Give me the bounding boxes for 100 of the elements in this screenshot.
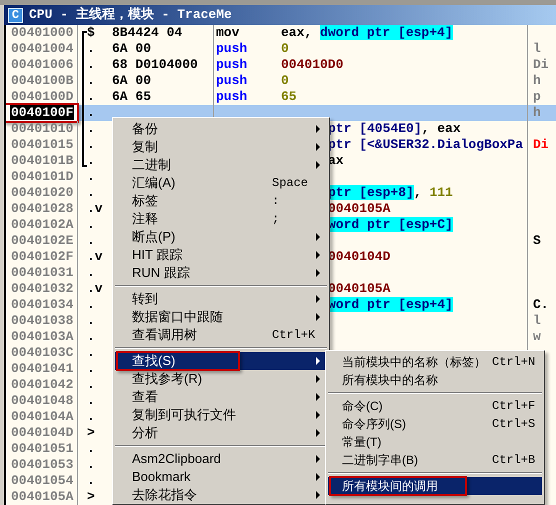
line-mark: . bbox=[87, 121, 95, 136]
line-mark: .v bbox=[87, 201, 103, 216]
mnemonic-text: push bbox=[216, 73, 248, 89]
line-mark: . bbox=[87, 377, 95, 392]
menu-item[interactable]: 数据窗口中跟随 bbox=[115, 308, 327, 326]
code-row[interactable]: 00401006 . 68 D0104000 push 004010D0 Di bbox=[6, 57, 556, 73]
comment-text: h bbox=[533, 73, 541, 88]
operand-text: eax, dword ptr [esp+4] bbox=[281, 25, 453, 41]
line-mark: . bbox=[87, 409, 95, 424]
menu-item[interactable]: 二进制 bbox=[115, 156, 327, 174]
line-mark: . bbox=[87, 345, 95, 360]
line-mark: . bbox=[87, 185, 95, 200]
menu-item[interactable]: 复制 bbox=[115, 138, 327, 156]
line-mark: . bbox=[87, 217, 95, 232]
comment-text: Di bbox=[533, 137, 549, 152]
operand-text: 004010D0 bbox=[281, 57, 344, 73]
line-mark: . bbox=[87, 329, 95, 344]
menu-item[interactable]: 命令序列(S) Ctrl+S bbox=[328, 415, 542, 433]
line-mark: $ bbox=[87, 25, 95, 40]
operand-text: 0040105A bbox=[328, 201, 390, 217]
address-text: 00401042 bbox=[10, 377, 74, 392]
comment-text: l bbox=[533, 41, 541, 56]
address-text: 00401048 bbox=[10, 393, 74, 408]
line-mark: . bbox=[87, 297, 95, 312]
hex-bytes: 6A 00 bbox=[112, 41, 152, 56]
shortcut-text: Ctrl+K bbox=[272, 327, 316, 344]
line-mark: . bbox=[87, 313, 95, 328]
window-title: CPU - 主线程，模块 - TraceMe bbox=[29, 6, 232, 24]
line-mark: . bbox=[87, 441, 95, 456]
line-mark: . bbox=[87, 89, 95, 104]
line-mark: . bbox=[87, 457, 95, 472]
code-row[interactable]: 0040100F . h bbox=[6, 105, 556, 121]
menu-item[interactable]: 常量(T) bbox=[328, 433, 542, 451]
hex-bytes: 8B4424 04 bbox=[112, 25, 182, 40]
address-text: 00401041 bbox=[10, 361, 74, 376]
address-text: 0040102A bbox=[10, 217, 74, 232]
address-text: 00401020 bbox=[10, 185, 74, 200]
address-text: 0040102E bbox=[10, 233, 74, 248]
menu-item[interactable]: 汇编(A) Space bbox=[115, 174, 327, 192]
menu-item[interactable]: 所有模块中的名称 bbox=[328, 371, 542, 389]
line-mark: > bbox=[87, 425, 95, 440]
menu-item[interactable]: 分析 bbox=[115, 424, 327, 442]
line-mark: > bbox=[87, 489, 95, 504]
menu-item[interactable]: 备份 bbox=[115, 120, 327, 138]
mnemonic-text: push bbox=[216, 89, 248, 105]
operand-text: 65 bbox=[281, 89, 297, 105]
menu-item[interactable]: 所有模块间的调用 bbox=[328, 477, 542, 495]
line-mark: . bbox=[87, 361, 95, 376]
code-row[interactable]: 00401000 $ 8B4424 04 mov eax, dword ptr [esp+4] bbox=[6, 25, 556, 41]
menu-item[interactable]: 复制到可执行文件 bbox=[115, 406, 327, 424]
comment-text: l bbox=[533, 313, 541, 328]
address-text: 0040101B bbox=[10, 153, 74, 168]
address-text: 00401004 bbox=[10, 41, 74, 56]
comment-text: Di bbox=[533, 57, 549, 72]
line-mark: . bbox=[87, 137, 95, 152]
line-mark: . bbox=[87, 153, 95, 168]
mnemonic-text: push bbox=[216, 41, 248, 57]
menu-item[interactable]: 查找(S) bbox=[115, 352, 327, 370]
address-text: 00401034 bbox=[10, 297, 74, 312]
menu-item[interactable]: 查看 bbox=[115, 388, 327, 406]
menu-item[interactable]: 当前模块中的名称（标签） Ctrl+N bbox=[328, 353, 542, 371]
address-text: 00401032 bbox=[10, 281, 74, 296]
address-text: 00401028 bbox=[10, 201, 74, 216]
menu-item[interactable]: Bookmark bbox=[115, 468, 327, 486]
address-text: 00401031 bbox=[10, 265, 74, 280]
address-text: 00401015 bbox=[10, 137, 74, 152]
operand-text: 0040104D bbox=[328, 249, 390, 265]
comment-text: S bbox=[533, 233, 541, 248]
address-text: 00401010 bbox=[10, 121, 74, 136]
menu-item[interactable]: 查找参考(R) bbox=[115, 370, 327, 388]
line-mark: .v bbox=[87, 281, 103, 296]
hex-bytes: 6A 65 bbox=[112, 89, 152, 104]
line-mark: . bbox=[87, 57, 95, 72]
menu-item[interactable]: 断点(P) bbox=[115, 228, 327, 246]
code-row[interactable]: 0040100B . 6A 00 push 0 h bbox=[6, 73, 556, 89]
address-text: 0040103A bbox=[10, 329, 74, 344]
menu-item[interactable]: 标签 : bbox=[115, 192, 327, 210]
address-text: 00401038 bbox=[10, 313, 74, 328]
menu-item[interactable]: Asm2Clipboard bbox=[115, 450, 327, 468]
app-icon: C bbox=[8, 8, 23, 22]
hex-bytes: 6A 00 bbox=[112, 73, 152, 88]
line-mark: . bbox=[87, 169, 95, 184]
menu-item[interactable]: 注释 ; bbox=[115, 210, 327, 228]
menu-item[interactable]: RUN 跟踪 bbox=[115, 264, 327, 282]
line-mark: . bbox=[87, 73, 95, 88]
menu-item[interactable]: 转到 bbox=[115, 290, 327, 308]
shortcut-text: ; bbox=[272, 211, 280, 228]
operand-text: 0040105A bbox=[328, 281, 390, 297]
menu-item[interactable]: 查看调用树 Ctrl+K bbox=[115, 326, 327, 344]
menu-item[interactable]: 命令(C) Ctrl+F bbox=[328, 397, 542, 415]
address-text: 00401053 bbox=[10, 457, 74, 472]
shortcut-text: Ctrl+B bbox=[492, 452, 536, 469]
menu-item[interactable]: 去除花指令 bbox=[115, 486, 327, 504]
address-text: 0040105A bbox=[10, 489, 74, 504]
code-row[interactable]: 00401004 . 6A 00 push 0 l bbox=[6, 41, 556, 57]
address-text: 0040101D bbox=[10, 169, 74, 184]
menu-item[interactable]: HIT 跟踪 bbox=[115, 246, 327, 264]
comment-text: p bbox=[533, 89, 541, 104]
menu-item[interactable]: 二进制字串(B) Ctrl+B bbox=[328, 451, 542, 469]
line-mark: . bbox=[87, 393, 95, 408]
